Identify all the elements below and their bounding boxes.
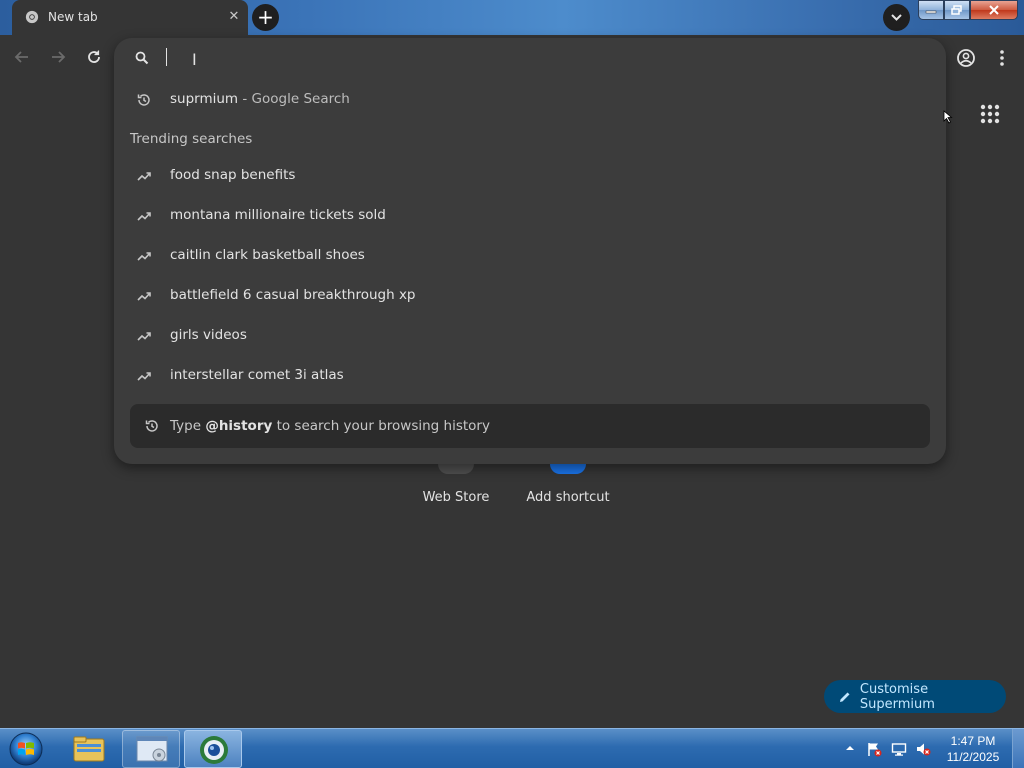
windows-start-icon[interactable] — [6, 731, 46, 767]
trending-header: Trending searches — [130, 131, 253, 147]
customise-label: Customise Supermium — [859, 681, 935, 712]
history-hint-keyword: @history — [205, 418, 273, 434]
window-app-icon — [136, 736, 168, 762]
clock-date: 11/2/2025 — [946, 750, 1000, 764]
tab-strip: New tab ✕ + — [0, 0, 1024, 35]
tab-title: New tab — [48, 10, 98, 24]
show-desktop-button[interactable] — [1012, 729, 1024, 768]
minimize-button[interactable] — [918, 0, 944, 20]
suggestion-history[interactable]: suprmium - Google Search — [114, 80, 946, 120]
reload-icon[interactable] — [84, 47, 104, 67]
shortcut-label-add-shortcut[interactable]: Add shortcut — [524, 490, 612, 505]
history-icon — [145, 420, 158, 432]
trending-up-icon — [137, 332, 151, 341]
omnibox-input-row: I — [114, 38, 946, 78]
history-search-hint[interactable]: Type @history to search your browsing hi… — [130, 404, 930, 448]
add-shortcut-icon[interactable] — [550, 464, 586, 474]
omnibox-dropdown: I suprmium - Google Search Trending sear… — [114, 38, 946, 464]
restore-icon — [951, 5, 962, 15]
network-icon[interactable] — [891, 741, 907, 757]
trending-text: interstellar comet 3i atlas — [170, 367, 344, 383]
trending-up-icon — [137, 172, 151, 181]
minimize-icon — [925, 10, 937, 14]
tab-search-button[interactable] — [883, 4, 910, 31]
taskbar: 1:47 PM 11/2/2025 — [0, 728, 1024, 768]
apps-grid-icon[interactable] — [978, 102, 1002, 126]
chromium-icon — [25, 10, 39, 24]
trending-suggestion[interactable]: interstellar comet 3i atlas — [114, 356, 946, 396]
mouse-pointer-icon — [943, 110, 953, 124]
trending-text: food snap benefits — [170, 167, 296, 183]
history-hint-suffix: to search your browsing history — [272, 418, 490, 434]
trending-up-icon — [137, 212, 151, 221]
trending-suggestion[interactable]: food snap benefits — [114, 156, 946, 196]
back-arrow-icon[interactable] — [12, 47, 32, 67]
shortcut-label-web-store[interactable]: Web Store — [420, 490, 492, 505]
show-hidden-icons-icon[interactable] — [845, 743, 855, 753]
close-icon — [989, 5, 999, 15]
trending-up-icon — [137, 372, 151, 381]
restore-button[interactable] — [944, 0, 970, 20]
suggestion-source: - Google Search — [238, 91, 350, 107]
chevron-down-icon — [891, 14, 902, 21]
profile-icon[interactable] — [955, 47, 977, 69]
trending-suggestion[interactable]: montana millionaire tickets sold — [114, 196, 946, 236]
pencil-icon — [839, 691, 850, 702]
action-center-flag-icon[interactable] — [866, 741, 882, 757]
more-menu-icon[interactable] — [992, 47, 1012, 69]
trending-suggestion[interactable]: battlefield 6 casual breakthrough xp — [114, 276, 946, 316]
taskbar-supermium[interactable] — [184, 730, 242, 768]
suggestion-query: suprmium — [170, 91, 239, 107]
volume-muted-icon[interactable] — [915, 741, 931, 757]
web-store-shortcut-icon[interactable] — [438, 464, 474, 474]
text-caret — [166, 48, 167, 66]
ibeam-cursor-icon: I — [192, 50, 197, 69]
trending-suggestion[interactable]: caitlin clark basketball shoes — [114, 236, 946, 276]
history-hint-text: Type @history to search your browsing hi… — [170, 418, 490, 434]
history-icon — [137, 94, 150, 106]
close-window-button[interactable] — [970, 0, 1018, 20]
trending-text: battlefield 6 casual breakthrough xp — [170, 287, 416, 303]
trending-up-icon — [137, 292, 151, 301]
taskbar-explorer[interactable] — [60, 730, 118, 768]
trending-up-icon — [137, 252, 151, 261]
trending-text: montana millionaire tickets sold — [170, 207, 386, 223]
folder-icon — [73, 736, 105, 762]
supermium-icon — [200, 736, 228, 764]
history-hint-prefix: Type — [170, 418, 206, 434]
new-tab-button[interactable]: + — [252, 4, 279, 31]
trending-text: girls videos — [170, 327, 247, 343]
suggestion-text: suprmium - Google Search — [170, 91, 350, 107]
close-tab-icon[interactable]: ✕ — [226, 9, 242, 25]
trending-suggestion[interactable]: girls videos — [114, 316, 946, 356]
search-icon — [135, 51, 149, 65]
system-clock[interactable]: 1:47 PM 11/2/2025 — [940, 733, 1006, 765]
omnibox-input[interactable] — [172, 46, 872, 70]
window-controls — [918, 0, 1018, 20]
taskbar-media-center[interactable] — [122, 730, 180, 768]
clock-time: 1:47 PM — [950, 734, 996, 748]
forward-arrow-icon[interactable] — [48, 47, 68, 67]
customise-button[interactable]: Customise Supermium — [824, 680, 1006, 713]
trending-text: caitlin clark basketball shoes — [170, 247, 365, 263]
tab-new-tab[interactable]: New tab ✕ — [12, 0, 248, 35]
